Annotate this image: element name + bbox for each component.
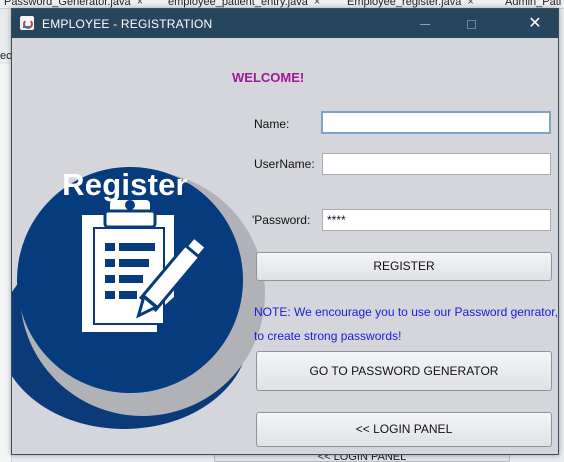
- ide-tab[interactable]: Employee_register.java ×: [347, 0, 474, 8]
- ide-tab-label: Password_Generator.java: [4, 0, 131, 8]
- password-label: 'Password:: [252, 213, 311, 227]
- ide-tab-label: Employee_register.java: [347, 0, 462, 8]
- name-label: Name:: [254, 117, 290, 131]
- ide-tab[interactable]: Password_Generator.java ×: [4, 0, 143, 8]
- welcome-heading: WELCOME!: [232, 70, 305, 85]
- register-button[interactable]: REGISTER: [256, 252, 552, 281]
- username-field[interactable]: [322, 153, 551, 175]
- close-icon[interactable]: ×: [314, 0, 320, 8]
- close-icon[interactable]: ×: [467, 0, 473, 8]
- window-titlebar[interactable]: EMPLOYEE - REGISTRATION ✕: [12, 9, 558, 38]
- password-note-line-2: to create strong passwords!: [254, 329, 402, 343]
- window-title: EMPLOYEE - REGISTRATION: [42, 17, 213, 31]
- login-panel-button[interactable]: << LOGIN PANEL: [256, 412, 552, 447]
- ide-tab[interactable]: Admin_Pati: [505, 0, 561, 8]
- password-note-line-1: NOTE: We encourage you to use our Passwo…: [254, 305, 558, 319]
- ide-tab-label: Admin_Pati: [505, 0, 562, 8]
- close-button[interactable]: ✕: [512, 9, 558, 38]
- maximize-icon: [466, 19, 476, 29]
- minimize-button[interactable]: [402, 9, 448, 38]
- ide-tab-label: employee_patient_entry.java: [168, 0, 308, 8]
- maximize-button[interactable]: [448, 9, 494, 38]
- register-illustration-label: Register: [62, 167, 188, 202]
- password-field[interactable]: [322, 209, 551, 231]
- minimize-icon: [420, 23, 430, 25]
- password-generator-button[interactable]: GO TO PASSWORD GENERATOR: [256, 351, 552, 391]
- java-app-icon: [20, 16, 34, 30]
- ide-tab[interactable]: employee_patient_entry.java ×: [168, 0, 320, 8]
- registration-window: EMPLOYEE - REGISTRATION ✕ Register WELCO…: [11, 8, 559, 455]
- name-field[interactable]: [321, 111, 551, 134]
- username-label: UserName:: [254, 157, 315, 171]
- close-icon[interactable]: ×: [137, 0, 143, 8]
